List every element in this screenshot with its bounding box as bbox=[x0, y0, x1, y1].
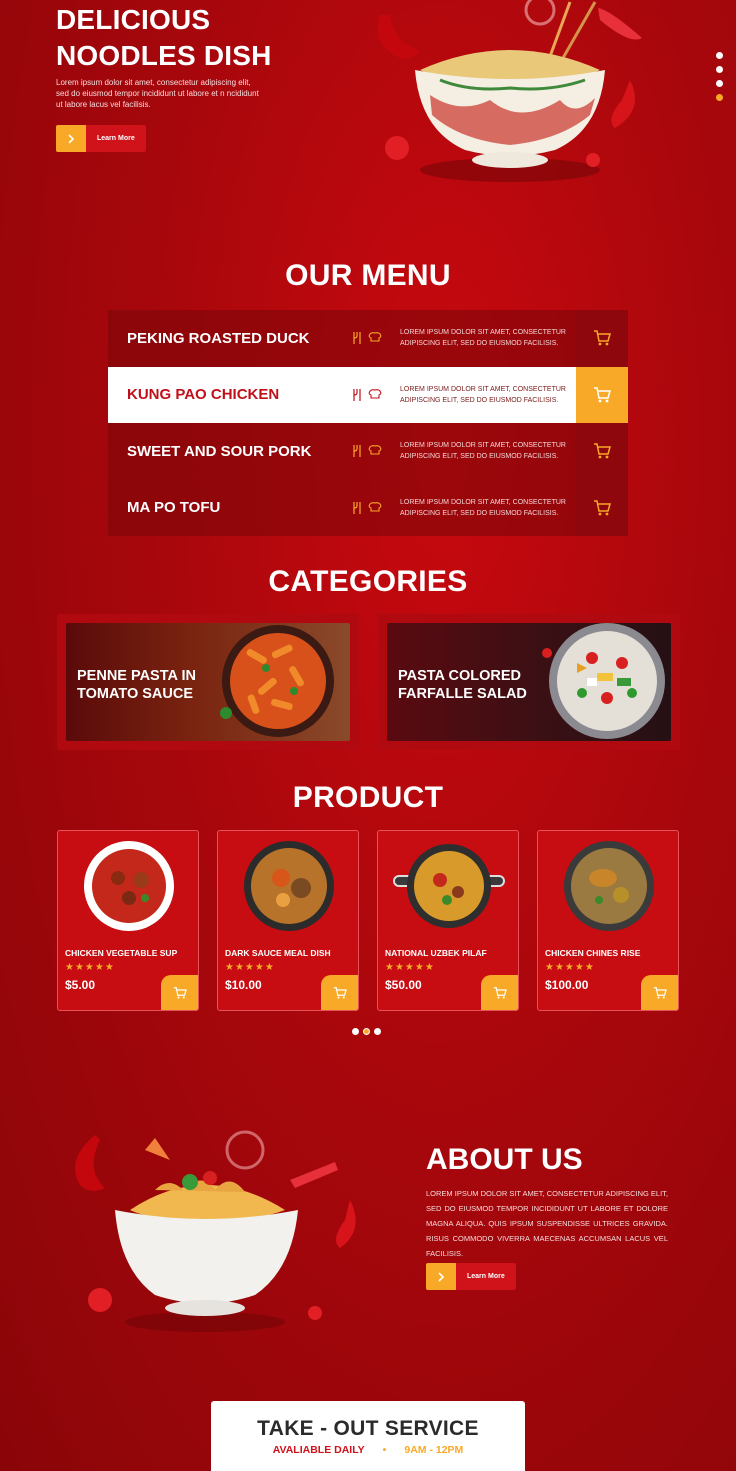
product-price: $5.00 bbox=[65, 978, 96, 992]
cart-icon bbox=[173, 986, 187, 999]
chicken-rice-image bbox=[564, 841, 654, 931]
product-name: CHICKEN CHINES RISE bbox=[545, 948, 641, 958]
cart-icon bbox=[594, 443, 611, 459]
add-to-cart-button[interactable] bbox=[161, 975, 198, 1010]
chef-hat-icon bbox=[368, 501, 382, 512]
rating-stars: ★★★★★ bbox=[545, 962, 595, 973]
product-name: NATIONAL UZBEK PILAF bbox=[385, 948, 487, 958]
takeout-hours: 9AM - 12PM bbox=[404, 1444, 464, 1456]
product-carousel-dots[interactable] bbox=[352, 1028, 381, 1035]
utensils-icon bbox=[353, 388, 361, 401]
learn-more-label: Learn More bbox=[86, 125, 146, 152]
categories-title: CATEGORIES bbox=[268, 565, 468, 598]
menu-item-name: PEKING ROASTED DUCK bbox=[127, 329, 310, 347]
menu-item-description: LOREM IPSUM DOLOR SIT AMET, CONSECTETUR … bbox=[400, 442, 566, 461]
about-learn-more-button[interactable]: Learn More bbox=[426, 1263, 516, 1290]
penne-pasta-image bbox=[220, 625, 334, 737]
chicken-vegetable-soup-image bbox=[84, 841, 174, 931]
menu-item[interactable]: PEKING ROASTED DUCK LOREM IPSUM DOLOR SI… bbox=[108, 310, 628, 367]
hero-title: DELICIOUS NOODLES DISH bbox=[56, 4, 272, 71]
utensils-icon bbox=[353, 501, 361, 514]
cart-icon bbox=[594, 387, 611, 403]
category-card[interactable]: PASTA COLORED FARFALLE SALAD bbox=[378, 614, 680, 750]
rating-stars: ★★★★★ bbox=[65, 962, 115, 973]
cart-icon bbox=[653, 986, 667, 999]
slider-dot[interactable] bbox=[716, 80, 723, 87]
category-label: PASTA COLORED FARFALLE SALAD bbox=[398, 668, 527, 702]
menu-item[interactable]: MA PO TOFU LOREM IPSUM DOLOR SIT AMET, C… bbox=[108, 479, 628, 536]
add-to-cart-button[interactable] bbox=[641, 975, 678, 1010]
slider-dot-active[interactable] bbox=[716, 94, 723, 101]
menu-item-description: LOREM IPSUM DOLOR SIT AMET, CONSECTETUR … bbox=[400, 498, 566, 517]
product-price: $10.00 bbox=[225, 978, 262, 992]
product-price: $100.00 bbox=[545, 978, 589, 992]
chevron-right-icon bbox=[56, 125, 86, 152]
menu-list: PEKING ROASTED DUCK LOREM IPSUM DOLOR SI… bbox=[108, 310, 628, 536]
cart-icon bbox=[333, 986, 347, 999]
dark-sauce-meal-image bbox=[244, 841, 334, 931]
product-title: PRODUCT bbox=[292, 781, 444, 814]
add-to-cart-button[interactable] bbox=[576, 366, 628, 423]
about-description: LOREM IPSUM DOLOR SIT AMET, CONSECTETUR … bbox=[426, 1189, 668, 1258]
menu-item-description: LOREM IPSUM DOLOR SIT AMET, CONSECTETUR … bbox=[400, 329, 566, 348]
menu-item-name: SWEET AND SOUR PORK bbox=[127, 442, 312, 460]
takeout-title: TAKE - OUT SERVICE bbox=[257, 1417, 479, 1440]
slider-dot[interactable] bbox=[716, 52, 723, 59]
chevron-right-icon bbox=[426, 1263, 456, 1290]
add-to-cart-button[interactable] bbox=[481, 975, 518, 1010]
menu-title: OUR MENU bbox=[285, 259, 451, 292]
product-name: DARK SAUCE MEAL DISH bbox=[225, 948, 331, 958]
uzbek-pilaf-image bbox=[393, 844, 505, 928]
hero-slider-dots[interactable] bbox=[716, 52, 723, 101]
category-card[interactable]: PENNE PASTA IN TOMATO SAUCE bbox=[57, 614, 359, 750]
utensils-icon bbox=[353, 332, 361, 345]
chef-hat-icon bbox=[368, 445, 382, 455]
cart-icon bbox=[594, 500, 611, 516]
add-to-cart-button[interactable] bbox=[321, 975, 358, 1010]
carousel-dot[interactable] bbox=[374, 1028, 381, 1035]
carousel-dot-active[interactable] bbox=[363, 1028, 370, 1035]
menu-item-active[interactable]: KUNG PAO CHICKEN LOREM IPSUM DOLOR SIT A… bbox=[108, 366, 628, 423]
hero-description: Lorem ipsum dolor sit amet, consectetur … bbox=[56, 78, 259, 109]
chef-hat-icon bbox=[368, 332, 382, 342]
learn-more-label: Learn More bbox=[456, 1263, 516, 1290]
menu-item[interactable]: SWEET AND SOUR PORK LOREM IPSUM DOLOR SI… bbox=[108, 423, 628, 480]
hero-learn-more-button[interactable]: Learn More bbox=[56, 125, 146, 152]
slider-dot[interactable] bbox=[716, 66, 723, 73]
add-to-cart-button[interactable] bbox=[576, 479, 628, 536]
separator-dot: • bbox=[382, 1444, 387, 1456]
cart-icon bbox=[493, 986, 507, 999]
rating-stars: ★★★★★ bbox=[225, 962, 275, 973]
category-label: PENNE PASTA IN TOMATO SAUCE bbox=[77, 668, 196, 702]
add-to-cart-button[interactable] bbox=[576, 423, 628, 480]
product-price: $50.00 bbox=[385, 978, 422, 992]
product-card[interactable]: NATIONAL UZBEK PILAF ★★★★★ $50.00 bbox=[377, 830, 519, 1011]
menu-item-name: MA PO TOFU bbox=[127, 499, 221, 517]
product-card[interactable]: CHICKEN VEGETABLE SUP ★★★★★ $5.00 bbox=[57, 830, 199, 1011]
about-title: ABOUT US bbox=[426, 1143, 583, 1176]
product-card[interactable]: DARK SAUCE MEAL DISH ★★★★★ $10.00 bbox=[217, 830, 359, 1011]
menu-item-name: KUNG PAO CHICKEN bbox=[127, 386, 280, 404]
product-card[interactable]: CHICKEN CHINES RISE ★★★★★ $100.00 bbox=[537, 830, 679, 1011]
cart-icon bbox=[594, 330, 611, 346]
takeout-service-card: TAKE - OUT SERVICE AVALIABLE DAILY • 9AM… bbox=[211, 1401, 525, 1471]
menu-item-description: LOREM IPSUM DOLOR SIT AMET, CONSECTETUR … bbox=[400, 385, 566, 404]
chef-hat-icon bbox=[368, 388, 382, 399]
hero-noodle-bowl-image bbox=[377, 0, 642, 182]
product-name: CHICKEN VEGETABLE SUP bbox=[65, 948, 178, 958]
rating-stars: ★★★★★ bbox=[385, 962, 435, 973]
carousel-dot[interactable] bbox=[352, 1028, 359, 1035]
takeout-availability: AVALIABLE DAILY bbox=[272, 1444, 365, 1456]
add-to-cart-button[interactable] bbox=[576, 310, 628, 367]
farfalle-salad-image bbox=[542, 623, 665, 739]
about-noodle-bowl-image bbox=[75, 1130, 356, 1332]
utensils-icon bbox=[353, 445, 361, 458]
